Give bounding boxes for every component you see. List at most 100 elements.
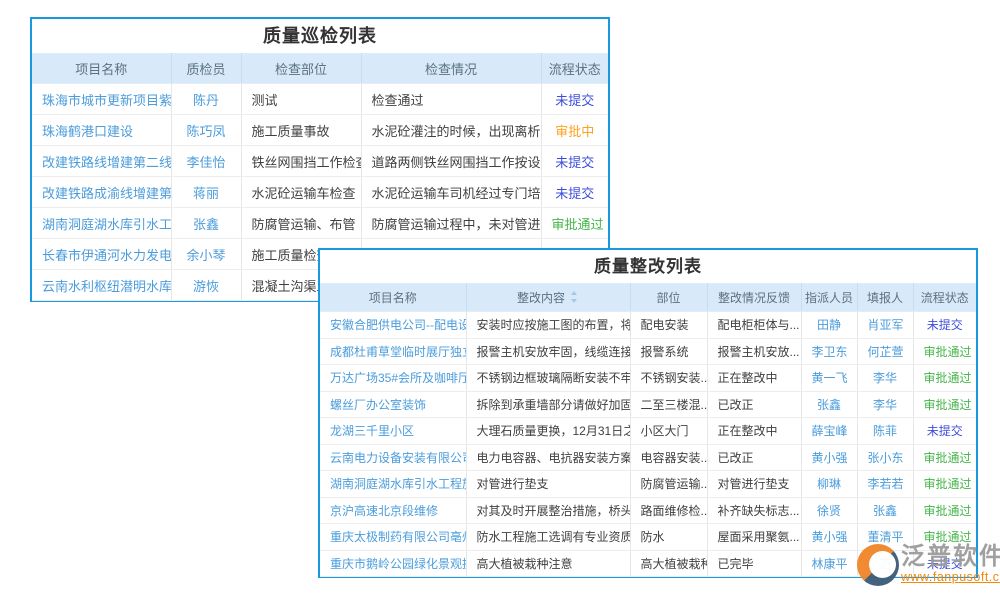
situation-cell: 水泥砼运输车司机经过专门培训... <box>361 177 541 208</box>
assignee-cell[interactable]: 徐贤 <box>801 497 857 524</box>
part-cell: 铁丝网围挡工作检查 <box>241 146 361 177</box>
project-cell[interactable]: 重庆太极制药有限公司亳州中... <box>320 524 466 551</box>
filler-cell[interactable]: 陈菲 <box>857 418 913 445</box>
column-header-situation: 检查情况 <box>361 54 541 84</box>
project-cell[interactable]: 改建铁路线增建第二线... <box>32 146 171 177</box>
part-cell: 二至三楼混... <box>630 391 707 418</box>
watermark-brand-text: 泛普软件 <box>901 544 1000 570</box>
content-cell: 拆除到承重墙部分请做好加固... <box>466 391 630 418</box>
inspector-cell[interactable]: 陈巧凤 <box>171 115 241 146</box>
assignee-cell[interactable]: 田静 <box>801 312 857 339</box>
content-cell: 对管进行垫支 <box>466 471 630 498</box>
table-row: 万达广场35#会所及咖啡厅空...不锈钢边框玻璃隔断安装不牢...不锈钢安装..… <box>320 365 976 392</box>
rectification-table-body: 安徽合肥供电公司--配电设备...安装时应按施工图的布置，将...配电安装配电柜… <box>320 312 976 577</box>
column-header-project: 项目名称 <box>32 54 171 84</box>
content-cell: 大理石质量更换，12月31日之... <box>466 418 630 445</box>
fanpu-logo-icon <box>857 544 899 586</box>
project-cell[interactable]: 成都杜甫草堂临时展厅独立展... <box>320 338 466 365</box>
status-cell[interactable]: 未提交 <box>541 177 608 208</box>
project-cell[interactable]: 安徽合肥供电公司--配电设备... <box>320 312 466 339</box>
feedback-cell: 已改正 <box>707 444 801 471</box>
inspector-cell[interactable]: 陈丹 <box>171 84 241 115</box>
table-row: 湖南洞庭湖水库引水工...张鑫防腐管运输、布管防腐管运输过程中，未对管进行...… <box>32 208 608 239</box>
status-cell[interactable]: 未提交 <box>541 84 608 115</box>
status-cell[interactable]: 未提交 <box>913 312 976 339</box>
project-cell[interactable]: 螺丝厂办公室装饰 <box>320 391 466 418</box>
assignee-cell[interactable]: 林康平 <box>801 550 857 577</box>
quality-rectification-panel: 质量整改列表 项目名称 整改内容 部位 整改情况反馈 指派人员 填报人 流程状态… <box>318 248 978 578</box>
table-row: 龙湖三千里小区大理石质量更换，12月31日之...小区大门正在整改中薛宝峰陈菲未… <box>320 418 976 445</box>
part-cell: 防腐管运输、布管 <box>241 208 361 239</box>
sort-icon[interactable] <box>570 291 579 303</box>
table-row: 改建铁路成渝线增建第...蒋丽水泥砼运输车检查水泥砼运输车司机经过专门培训...… <box>32 177 608 208</box>
part-cell: 不锈钢安装... <box>630 365 707 392</box>
project-cell[interactable]: 长春市伊通河水力发电... <box>32 239 171 270</box>
status-cell[interactable]: 审批通过 <box>913 471 976 498</box>
status-cell[interactable]: 审批通过 <box>913 338 976 365</box>
project-cell[interactable]: 龙湖三千里小区 <box>320 418 466 445</box>
assignee-cell[interactable]: 薛宝峰 <box>801 418 857 445</box>
assignee-cell[interactable]: 柳琳 <box>801 471 857 498</box>
column-header-feedback: 整改情况反馈 <box>707 284 801 312</box>
column-header-part: 部位 <box>630 284 707 312</box>
status-cell[interactable]: 未提交 <box>913 418 976 445</box>
part-cell: 电容器安装... <box>630 444 707 471</box>
project-cell[interactable]: 珠海鹤港口建设 <box>32 115 171 146</box>
inspector-cell[interactable]: 李佳怡 <box>171 146 241 177</box>
content-cell: 安装时应按施工图的布置，将... <box>466 312 630 339</box>
status-cell[interactable]: 审批通过 <box>913 444 976 471</box>
status-cell[interactable]: 审批通过 <box>541 208 608 239</box>
column-header-status: 流程状态 <box>541 54 608 84</box>
status-cell[interactable]: 审批通过 <box>913 497 976 524</box>
feedback-cell: 正在整改中 <box>707 365 801 392</box>
part-cell: 测试 <box>241 84 361 115</box>
table-row: 珠海市城市更新项目紫...陈丹测试检查通过未提交 <box>32 84 608 115</box>
filler-cell[interactable]: 李若若 <box>857 471 913 498</box>
table-row: 珠海鹤港口建设陈巧凤施工质量事故水泥砼灌注的时候，出现离析现象审批中 <box>32 115 608 146</box>
situation-cell: 检查通过 <box>361 84 541 115</box>
project-cell[interactable]: 改建铁路成渝线增建第... <box>32 177 171 208</box>
status-cell[interactable]: 审批通过 <box>913 365 976 392</box>
filler-cell[interactable]: 张小东 <box>857 444 913 471</box>
project-cell[interactable]: 珠海市城市更新项目紫... <box>32 84 171 115</box>
project-cell[interactable]: 湖南洞庭湖水库引水工... <box>32 208 171 239</box>
filler-cell[interactable]: 张鑫 <box>857 497 913 524</box>
feedback-cell: 补齐缺失标志... <box>707 497 801 524</box>
filler-cell[interactable]: 李华 <box>857 365 913 392</box>
inspector-cell[interactable]: 游恢 <box>171 270 241 301</box>
filler-cell[interactable]: 肖亚军 <box>857 312 913 339</box>
project-cell[interactable]: 重庆市鹅岭公园绿化景观提升... <box>320 550 466 577</box>
inspector-cell[interactable]: 张鑫 <box>171 208 241 239</box>
project-cell[interactable]: 京沪高速北京段维修 <box>320 497 466 524</box>
feedback-cell: 屋面采用聚氨... <box>707 524 801 551</box>
column-header-filler: 填报人 <box>857 284 913 312</box>
assignee-cell[interactable]: 黄小强 <box>801 444 857 471</box>
assignee-cell[interactable]: 黄小强 <box>801 524 857 551</box>
part-cell: 防腐管运输... <box>630 471 707 498</box>
inspector-cell[interactable]: 余小琴 <box>171 239 241 270</box>
part-cell: 防水 <box>630 524 707 551</box>
feedback-cell: 对管进行垫支 <box>707 471 801 498</box>
project-cell[interactable]: 湖南洞庭湖水库引水工程施工I标 <box>320 471 466 498</box>
assignee-cell[interactable]: 李卫东 <box>801 338 857 365</box>
inspection-table-title: 质量巡检列表 <box>32 19 608 53</box>
column-header-content[interactable]: 整改内容 <box>466 284 630 312</box>
part-cell: 路面维修检... <box>630 497 707 524</box>
column-header-part: 检查部位 <box>241 54 361 84</box>
content-cell: 报警主机安放牢固，线缆连接... <box>466 338 630 365</box>
inspector-cell[interactable]: 蒋丽 <box>171 177 241 208</box>
assignee-cell[interactable]: 黄一飞 <box>801 365 857 392</box>
project-cell[interactable]: 云南电力设备安装有限公司20... <box>320 444 466 471</box>
filler-cell[interactable]: 何芷萱 <box>857 338 913 365</box>
status-cell[interactable]: 审批中 <box>541 115 608 146</box>
status-cell[interactable]: 未提交 <box>541 146 608 177</box>
status-cell[interactable]: 审批通过 <box>913 391 976 418</box>
content-cell: 不锈钢边框玻璃隔断安装不牢... <box>466 365 630 392</box>
project-cell[interactable]: 万达广场35#会所及咖啡厅空... <box>320 365 466 392</box>
project-cell[interactable]: 云南水利枢纽潜明水库... <box>32 270 171 301</box>
filler-cell[interactable]: 李华 <box>857 391 913 418</box>
part-cell: 报警系统 <box>630 338 707 365</box>
assignee-cell[interactable]: 张鑫 <box>801 391 857 418</box>
table-row: 改建铁路线增建第二线...李佳怡铁丝网围挡工作检查道路两侧铁丝网围挡工作按设计.… <box>32 146 608 177</box>
inspection-header-row: 项目名称 质检员 检查部位 检查情况 流程状态 <box>32 54 608 84</box>
